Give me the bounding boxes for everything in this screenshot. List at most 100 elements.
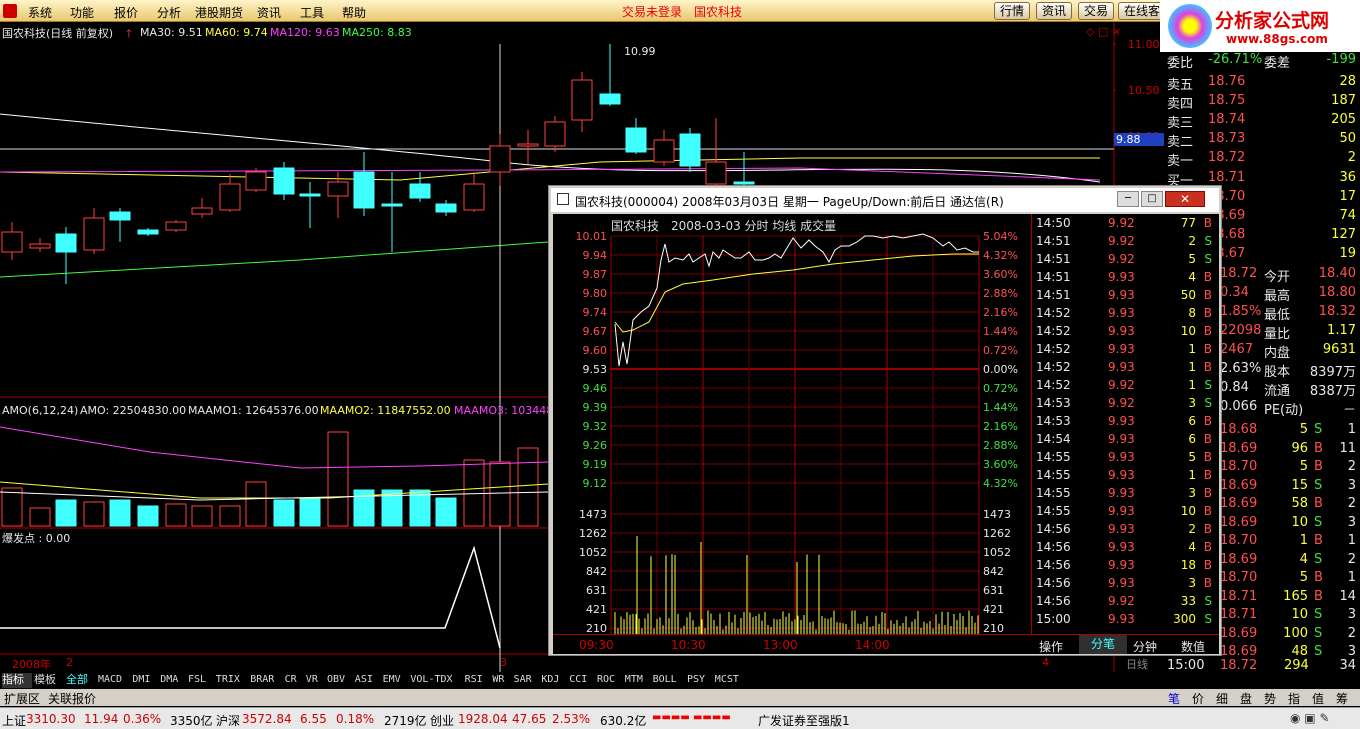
indicator-tab-dmi[interactable]: DMI xyxy=(132,673,158,688)
indicator-tab-boll[interactable]: BOLL xyxy=(653,673,685,688)
menu-item-news[interactable]: 资讯 xyxy=(257,4,281,21)
tick-price: 9.93 xyxy=(1108,522,1135,536)
indicator-tab-rsi[interactable]: RSI xyxy=(465,673,491,688)
tick-direction: B xyxy=(1203,486,1212,500)
extension-area-tab[interactable]: 扩展区 xyxy=(4,690,40,707)
amo-bar xyxy=(435,497,457,527)
indicator-tab-obv[interactable]: OBV xyxy=(327,673,353,688)
indicator-tab-mtm[interactable]: MTM xyxy=(625,673,651,688)
indicator-tab-vol-tdx[interactable]: VOL-TDX xyxy=(410,673,462,688)
sh-index: 3310.30 xyxy=(26,712,76,726)
tick-time: 14:51 xyxy=(1036,252,1071,266)
online-service-button[interactable]: 在线客 xyxy=(1118,2,1167,20)
indicator-tab-sar[interactable]: SAR xyxy=(514,673,540,688)
menu-item-help[interactable]: 帮助 xyxy=(342,4,366,21)
news-button[interactable]: 资讯 xyxy=(1036,2,1073,20)
tick-time: 14:56 xyxy=(1036,594,1071,608)
pct-axis-label: 2.16% xyxy=(983,306,1018,319)
tick-time: 14:55 xyxy=(1036,468,1071,482)
indicator-tab-kdj[interactable]: KDJ xyxy=(541,673,567,688)
indicator-tab-fsl[interactable]: FSL xyxy=(188,673,214,688)
tick-volume: 3 xyxy=(1188,486,1196,500)
quote-tab[interactable]: 指 xyxy=(1288,690,1300,707)
amo-bar xyxy=(463,459,485,527)
indicator-tab-vr[interactable]: VR xyxy=(306,673,325,688)
volume-axis-label-right: 1473 xyxy=(983,508,1011,521)
minimize-button[interactable]: ─ xyxy=(1117,191,1139,207)
menu-item-hk-futures[interactable]: 港股期货 xyxy=(195,4,243,21)
tick-price: 9.93 xyxy=(1108,612,1135,626)
close-button[interactable]: ✕ xyxy=(1165,191,1205,207)
quote-tab[interactable]: 笔 xyxy=(1168,690,1180,707)
menu-item-tools[interactable]: 工具 xyxy=(300,4,324,21)
tick-direction: B xyxy=(1203,270,1212,284)
indicator-tab-roc[interactable]: ROC xyxy=(597,673,623,688)
quote-tab[interactable]: 筹 xyxy=(1336,690,1348,707)
tick-price: 9.93 xyxy=(1108,324,1135,338)
sz-pct: 0.18% xyxy=(336,712,375,726)
indicator-tab-trix[interactable]: TRIX xyxy=(216,673,248,688)
menu-item-quote[interactable]: 报价 xyxy=(114,4,138,21)
tick-direction: S xyxy=(1204,252,1212,266)
tick-time: 14:56 xyxy=(1036,522,1071,536)
indicator-tab-cr[interactable]: CR xyxy=(285,673,304,688)
burst-label: 爆发点 : 0.00 xyxy=(2,532,71,545)
tick-time: 14:56 xyxy=(1036,558,1071,572)
indicator-tab-cci[interactable]: CCI xyxy=(569,673,595,688)
indicator-tab-psy[interactable]: PSY xyxy=(687,673,713,688)
trade-count: 3 xyxy=(1347,477,1356,493)
indicator-tab-mcst[interactable]: MCST xyxy=(715,673,747,688)
quote-tab[interactable]: 细 xyxy=(1216,690,1228,707)
amo-bar xyxy=(299,497,321,527)
trade-volume: 4 xyxy=(1299,551,1308,567)
tab-values[interactable]: 数值 xyxy=(1181,638,1205,655)
tick-volume: 3 xyxy=(1188,576,1196,590)
stat-label: 股本 xyxy=(1264,365,1291,380)
indicator-tab-指标[interactable]: 指标 xyxy=(2,673,32,688)
menu-item-analysis[interactable]: 分析 xyxy=(157,4,181,21)
quotes-button[interactable]: 行情 xyxy=(994,2,1031,20)
maximize-button[interactable]: □ xyxy=(1141,191,1163,207)
trade-price: 18.69 xyxy=(1220,551,1258,567)
tab-operate[interactable]: 操作 xyxy=(1039,638,1063,655)
tick-row: 14:52 9.93 1 B xyxy=(1032,358,1220,376)
ma60-line xyxy=(0,157,1100,181)
tab-minutes[interactable]: 分钟 xyxy=(1133,638,1157,655)
quote-tab[interactable]: 盘 xyxy=(1240,690,1252,707)
intraday-popup-window[interactable]: 国农科技(000004) 2008年03月03日 星期一 PageUp/Down… xyxy=(548,185,1222,656)
trade-volume: 1 xyxy=(1299,533,1308,548)
candle-body xyxy=(191,207,213,215)
tab-ticks[interactable]: 分笔 xyxy=(1079,635,1127,654)
menu-item-system[interactable]: 系统 xyxy=(28,4,52,21)
quote-tab[interactable]: 势 xyxy=(1264,690,1276,707)
trade-button[interactable]: 交易 xyxy=(1078,2,1115,20)
candle-body xyxy=(273,167,295,195)
sh-change: 11.94 xyxy=(84,712,119,726)
ask-row-5: 卖五 18.76 28 xyxy=(1164,74,1360,93)
chart-controls-icon[interactable]: ◇ □ × xyxy=(1086,25,1121,38)
ask-label: 卖二 xyxy=(1167,135,1194,150)
tick-price: 9.93 xyxy=(1108,306,1135,320)
menu-item-function[interactable]: 功能 xyxy=(70,4,94,21)
indicator-tab-全部[interactable]: 全部 xyxy=(66,673,96,688)
volume-axis-label: 210 xyxy=(586,622,607,635)
tick-row: 14:56 9.93 2 B xyxy=(1032,520,1220,538)
indicator-tab-macd[interactable]: MACD xyxy=(98,673,130,688)
tick-row: 14:55 9.93 5 B xyxy=(1032,448,1220,466)
amo-bar xyxy=(137,505,159,527)
indicator-tab-emv[interactable]: EMV xyxy=(383,673,409,688)
tick-direction: S xyxy=(1204,234,1212,248)
ask-price: 18.74 xyxy=(1208,112,1246,127)
popup-titlebar[interactable]: 国农科技(000004) 2008年03月03日 星期一 PageUp/Down… xyxy=(551,188,1219,212)
pct-axis-label: 0.72% xyxy=(983,344,1018,357)
indicator-tab-asi[interactable]: ASI xyxy=(355,673,381,688)
indicator-tab-模板[interactable]: 模板 xyxy=(34,673,64,688)
intraday-chart[interactable] xyxy=(553,214,1031,654)
quote-tab[interactable]: 价 xyxy=(1192,690,1204,707)
indicator-tab-wr[interactable]: WR xyxy=(492,673,511,688)
quote-tab[interactable]: 值 xyxy=(1312,690,1324,707)
indicator-tab-dma[interactable]: DMA xyxy=(160,673,186,688)
trade-count: 3 xyxy=(1347,644,1356,659)
indicator-tab-brar[interactable]: BRAR xyxy=(250,673,282,688)
related-quotes-tab[interactable]: 关联报价 xyxy=(48,690,96,707)
